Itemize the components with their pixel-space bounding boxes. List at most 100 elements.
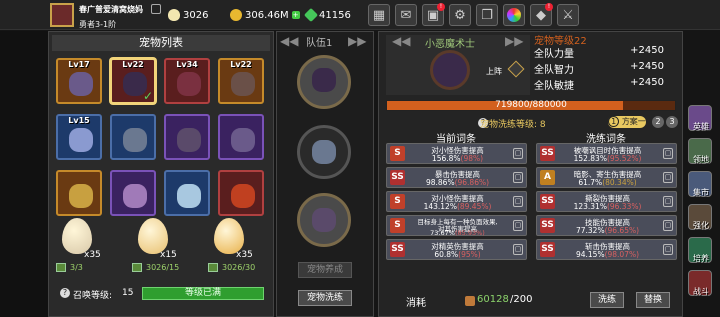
gem-currency: 41156	[303, 7, 351, 23]
lock-icon[interactable]: ▢	[513, 220, 523, 231]
team-slot-3[interactable]	[297, 193, 351, 247]
scheme-2-tab[interactable]: 2	[652, 116, 664, 128]
wash-entry-row[interactable]: SS 被嘲讽目时伤害提高 152.83%(95.52%) ▢	[536, 143, 677, 164]
deployed-check-icon: ✓	[142, 89, 153, 103]
entry-value: 94.15%(98.07%)	[575, 250, 640, 259]
lock-icon[interactable]: ▢	[513, 172, 523, 183]
prev-team-icon[interactable]: ◀◀	[280, 34, 298, 48]
stat-name: 全队智力	[534, 65, 574, 76]
pet-level-label: Lv17	[68, 60, 90, 69]
side-menu-territory-icon[interactable]: 领地	[688, 138, 712, 164]
gear-icon[interactable]: ⚙	[449, 4, 471, 26]
lock-icon[interactable]: ▢	[663, 220, 673, 231]
hatch-button[interactable]: 宠物养成	[298, 262, 352, 278]
pet-card[interactable]	[110, 114, 156, 160]
pet-sprite	[69, 184, 93, 208]
stat-row: 全队敏捷 +2450	[534, 77, 664, 92]
wash-label: 宠物洗练等级:	[480, 120, 538, 130]
wash-entry-row[interactable]: S 目标身上每有一种负面效果, 对其伤害提高 73.67%(85.93%) ▢	[386, 215, 527, 237]
battle-icon[interactable]: ⚔	[557, 4, 579, 26]
lock-icon[interactable]: ▢	[513, 196, 523, 207]
crystal-icon[interactable]: ◆!	[530, 3, 553, 26]
wash-entry-row[interactable]: SS 斩击伤害提高 94.15%(98.07%) ▢	[536, 239, 677, 260]
entry-value: 60.8%(95%)	[434, 250, 481, 259]
next-team-icon[interactable]: ▶▶	[348, 34, 366, 48]
team-slot-2[interactable]	[297, 125, 351, 179]
wash-button[interactable]: 洗练	[590, 292, 624, 308]
entry-grade-icon: SS	[390, 242, 405, 257]
pet-card[interactable]	[110, 170, 156, 216]
summon-ticket-icon	[132, 263, 142, 272]
stat-value: +2450	[630, 77, 664, 88]
pet-card[interactable]	[218, 170, 264, 216]
lock-icon[interactable]: ▢	[663, 172, 673, 183]
stat-name: 全队力量	[534, 49, 574, 60]
bag-icon[interactable]: ▣!	[422, 3, 445, 26]
pet-card[interactable]	[164, 114, 210, 160]
scheme-1-tab[interactable]: 1 方案一	[608, 116, 646, 128]
wash-entry-row[interactable]: SS 对精英伤害提高 60.8%(95%) ▢	[386, 239, 527, 260]
lock-icon[interactable]: ▢	[663, 244, 673, 255]
wash-entry-row[interactable]: SS 暴击伤害提高 98.86%(96.86%) ▢	[386, 167, 527, 188]
summon-egg[interactable]	[138, 218, 168, 254]
wash-entry-row[interactable]: SS 技能伤害提高 77.32%(96.65%) ▢	[536, 215, 677, 236]
side-menu-enhance-icon[interactable]: 强化	[688, 204, 712, 230]
summon-egg[interactable]	[214, 218, 244, 254]
pet-level-label: Lv22	[230, 60, 252, 69]
side-menu-hero-icon[interactable]: 英雄	[688, 105, 712, 131]
pet-sprite	[177, 128, 201, 152]
pet-card[interactable]: Lv22	[218, 58, 264, 104]
avatar[interactable]	[50, 3, 74, 27]
entry-value: 143.12%(89.45%)	[423, 202, 492, 211]
pet-name: 小恶魔术士	[425, 39, 475, 50]
lock-icon[interactable]: ▢	[663, 148, 673, 159]
lock-icon[interactable]: ▢	[513, 244, 523, 255]
pet-card[interactable]: Lv22 ✓	[110, 58, 156, 104]
egg-currency: 3026	[168, 7, 208, 23]
pet-card[interactable]: Lv15	[56, 114, 102, 160]
pet-card[interactable]: Lv17	[56, 58, 102, 104]
lock-icon[interactable]: ▢	[513, 148, 523, 159]
pet-card[interactable]	[218, 114, 264, 160]
pet-level-label: Lv15	[68, 116, 90, 125]
pet-level-label: Lv22	[122, 60, 144, 69]
summon-status-bar: 等级已满	[142, 287, 264, 300]
pet-sprite	[69, 72, 93, 96]
gift-icon[interactable]: ❐	[476, 4, 498, 26]
mail-icon[interactable]: ✉	[395, 4, 417, 26]
lock-icon[interactable]: ▢	[663, 196, 673, 207]
pet-sprite	[69, 128, 93, 152]
entry-grade-icon: S	[390, 194, 405, 209]
side-menu-battle-icon[interactable]: 战斗	[688, 270, 712, 296]
team-slot-1[interactable]	[297, 55, 351, 109]
pet-card[interactable]	[164, 170, 210, 216]
egg-cost: 3/3	[70, 263, 83, 272]
side-menu-cultivate-icon[interactable]: 培养	[688, 237, 712, 263]
wash-entry-row[interactable]: S 对小怪伤害提高 143.12%(89.45%) ▢	[386, 191, 527, 212]
summon-egg[interactable]	[62, 218, 92, 254]
wash-entry-row[interactable]: SS 撕裂伤害提高 123.31%(96.33%) ▢	[536, 191, 677, 212]
egg-icon	[168, 9, 180, 21]
egg-count: x35	[84, 250, 101, 260]
pet-card[interactable]: Lv34	[164, 58, 210, 104]
wash-entry-row[interactable]: A 暗影、寄生伤害提高 61.7%(80.34%) ▢	[536, 167, 677, 188]
wheel-icon[interactable]	[503, 4, 525, 26]
player-rank: 勇者3-1阶	[79, 20, 117, 29]
summon-label: 召唤等级:	[73, 291, 113, 301]
swap-button[interactable]: 替换	[636, 292, 670, 308]
shop-icon[interactable]: ▦	[368, 4, 390, 26]
pet-card[interactable]	[56, 170, 102, 216]
wash-tab-button[interactable]: 宠物洗练	[298, 290, 352, 306]
prev-pet-icon[interactable]: ◀◀	[392, 34, 410, 48]
next-pet-icon[interactable]: ▶▶	[505, 34, 523, 48]
player-name: 春广普爱清窝烧妈	[79, 5, 143, 14]
entry-grade-icon: S	[390, 218, 405, 233]
wash-entry-row[interactable]: S 对小怪伤害提高 156.8%(98%) ▢	[386, 143, 527, 164]
gold-add-icon[interactable]: +	[291, 11, 300, 19]
entry-grade-icon: SS	[540, 146, 555, 161]
side-menu-market-icon[interactable]: 集市	[688, 171, 712, 197]
scheme-3-tab[interactable]: 3	[666, 116, 678, 128]
edit-icon[interactable]	[151, 4, 161, 14]
summon-level: 15	[122, 288, 134, 298]
help-icon[interactable]: ?	[60, 288, 70, 298]
